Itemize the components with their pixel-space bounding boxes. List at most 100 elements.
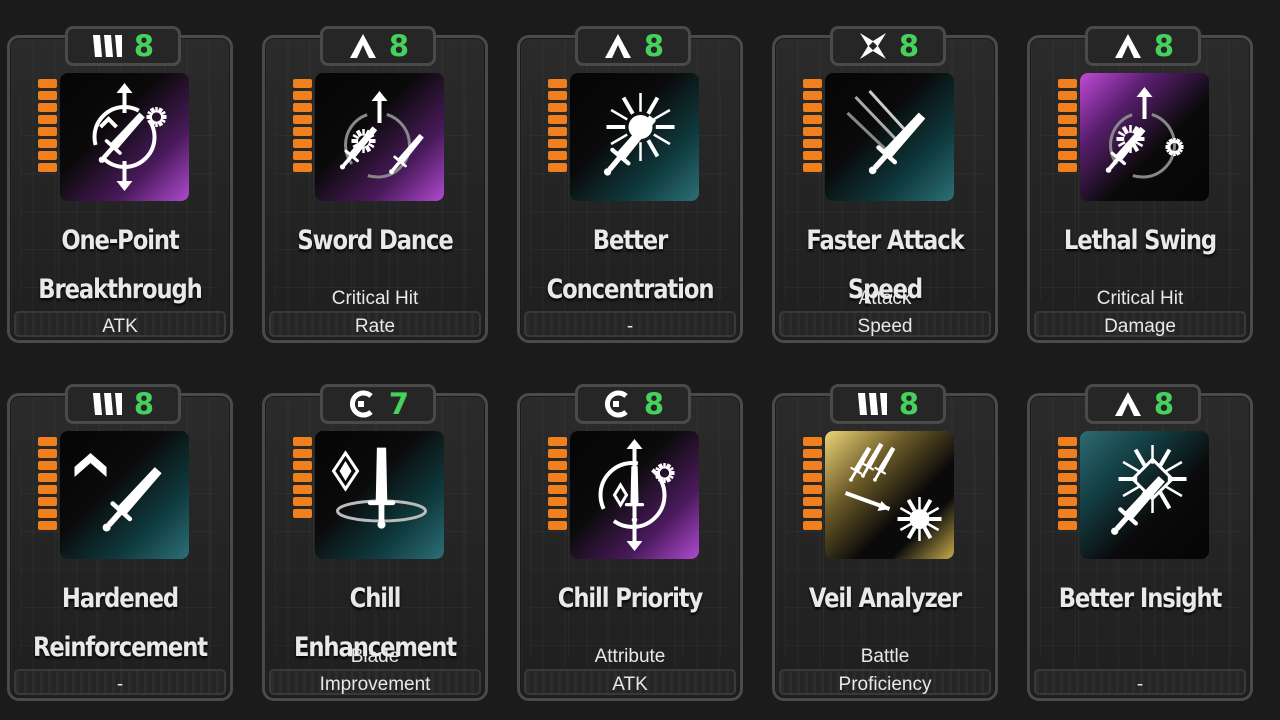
module-card[interactable]: 8 Hardened Reinforcement - xyxy=(7,384,233,701)
stat-line-2: Improvement xyxy=(319,674,431,695)
module-level: 7 xyxy=(388,386,410,421)
level-pip xyxy=(1058,509,1077,518)
swift-sword-icon xyxy=(825,73,954,201)
level-pip xyxy=(38,485,57,494)
level-pip xyxy=(38,509,57,518)
chevron-icon xyxy=(1112,32,1144,60)
level-pip xyxy=(803,461,822,470)
level-pip xyxy=(803,509,822,518)
stat-label: - xyxy=(520,286,740,340)
level-pips xyxy=(293,79,312,172)
level-pip xyxy=(1058,497,1077,506)
level-pip xyxy=(293,485,312,494)
triple-bar-icon xyxy=(92,390,124,418)
module-level: 8 xyxy=(133,28,155,63)
sword-shatter-icon xyxy=(1080,431,1209,559)
four-point-star-icon xyxy=(857,32,889,60)
level-pip xyxy=(38,449,57,458)
tier-tab: 7 xyxy=(320,384,436,424)
level-pip xyxy=(548,497,567,506)
module-card[interactable]: 7 Chill Enhancement Blade Improvement xyxy=(262,384,488,701)
level-pips xyxy=(293,437,312,518)
stat-line-2: ATK xyxy=(612,674,648,695)
module-card[interactable]: 8 Veil Analyzer Battle Proficiency xyxy=(772,384,998,701)
level-pip xyxy=(548,163,567,172)
chevron-icon xyxy=(347,32,379,60)
level-pip xyxy=(293,497,312,506)
tier-tab: 8 xyxy=(320,26,436,66)
stat-line-2: Rate xyxy=(354,316,396,337)
level-pips xyxy=(803,437,822,530)
module-card[interactable]: 8 Lethal Swing Critical Hit Damage xyxy=(1027,26,1253,343)
level-pip xyxy=(38,461,57,470)
level-pip xyxy=(548,103,567,112)
level-pip xyxy=(1058,115,1077,124)
level-pip xyxy=(548,449,567,458)
level-pip xyxy=(38,139,57,148)
level-pip xyxy=(38,79,57,88)
module-name-line: Chill Priority xyxy=(557,583,704,614)
module-card[interactable]: 8 One-Point Breakthrough ATK xyxy=(7,26,233,343)
level-pip xyxy=(293,473,312,482)
tier-tab: 8 xyxy=(1085,26,1201,66)
module-name: Chill Priority xyxy=(538,574,723,623)
stat-line-1: Attack xyxy=(858,288,912,309)
module-name: Lethal Swing xyxy=(1048,216,1233,265)
level-pip xyxy=(548,485,567,494)
level-pip xyxy=(548,79,567,88)
level-pip xyxy=(548,127,567,136)
stat-label: Attack Speed xyxy=(775,286,995,340)
module-name-line: Lethal Swing xyxy=(1063,225,1217,256)
module-name-line: Veil Analyzer xyxy=(808,583,962,614)
level-pip xyxy=(1058,449,1077,458)
level-pip xyxy=(803,497,822,506)
chevron-icon xyxy=(602,32,634,60)
level-pip xyxy=(1058,485,1077,494)
level-pip xyxy=(1058,473,1077,482)
level-pip xyxy=(548,509,567,518)
level-pip xyxy=(1058,461,1077,470)
level-pip xyxy=(38,497,57,506)
stat-line-2: Proficiency xyxy=(838,674,932,695)
level-pip xyxy=(293,79,312,88)
level-pips xyxy=(1058,79,1077,172)
stat-line-2: Speed xyxy=(857,316,913,337)
dual-swords-up-arrow-icon xyxy=(315,73,444,201)
sword-burst-icon xyxy=(570,73,699,201)
level-pip xyxy=(803,115,822,124)
sword-chevron-icon xyxy=(60,431,189,559)
module-card[interactable]: 8 Faster Attack Speed Attack Speed xyxy=(772,26,998,343)
stat-line-1: Critical Hit xyxy=(331,288,419,309)
sword-circle-arrows-icon xyxy=(60,73,189,201)
level-pip xyxy=(548,437,567,446)
stat-line-2: - xyxy=(626,316,634,337)
level-pip xyxy=(803,127,822,136)
tier-tab: 8 xyxy=(830,384,946,424)
module-card[interactable]: 8 Better Insight - xyxy=(1027,384,1253,701)
level-pip xyxy=(293,449,312,458)
module-level: 8 xyxy=(643,28,665,63)
level-pip xyxy=(38,437,57,446)
tier-tab: 8 xyxy=(65,384,181,424)
level-pip xyxy=(803,485,822,494)
module-card[interactable]: 8 Sword Dance Critical Hit Rate xyxy=(262,26,488,343)
module-level: 8 xyxy=(898,386,920,421)
stat-label: ATK xyxy=(10,286,230,340)
stat-line-1: Blade xyxy=(350,646,400,667)
level-pip xyxy=(38,127,57,136)
level-pip xyxy=(1058,151,1077,160)
level-pip xyxy=(293,139,312,148)
triple-bar-icon xyxy=(92,32,124,60)
burst-sword-up-arrow-icon xyxy=(1080,73,1209,201)
level-pip xyxy=(293,163,312,172)
blade-vortex-icon xyxy=(315,431,444,559)
stat-label: Critical Hit Damage xyxy=(1030,286,1250,340)
level-pip xyxy=(38,151,57,160)
level-pip xyxy=(803,151,822,160)
level-pip xyxy=(548,91,567,100)
level-pip xyxy=(548,473,567,482)
module-card[interactable]: 8 Chill Priority Attribute ATK xyxy=(517,384,743,701)
module-card[interactable]: 8 Better Concentration - xyxy=(517,26,743,343)
level-pips xyxy=(548,79,567,172)
stat-label: Battle Proficiency xyxy=(775,644,995,698)
